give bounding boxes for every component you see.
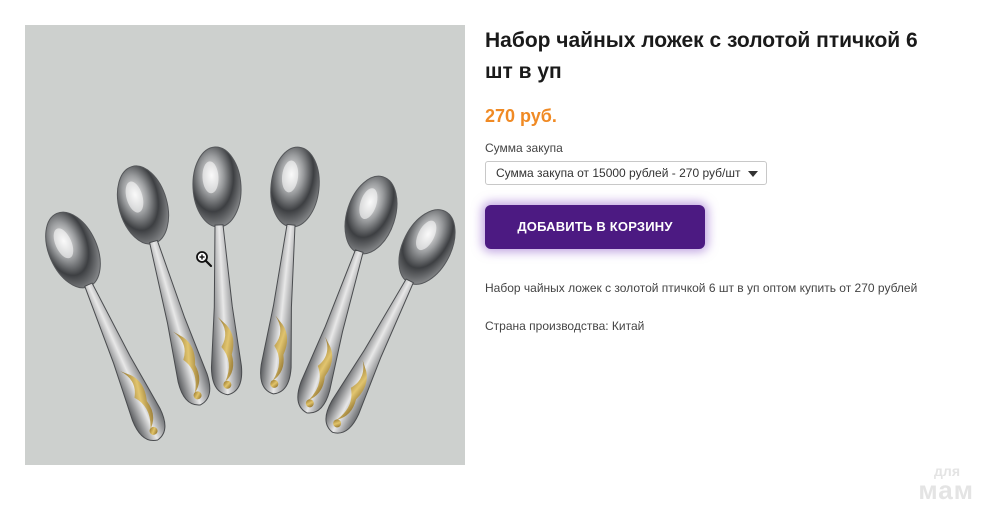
add-to-cart-button[interactable]: ДОБАВИТЬ В КОРЗИНУ bbox=[485, 205, 705, 249]
watermark-bottom: мам bbox=[918, 475, 974, 505]
chevron-down-icon bbox=[748, 171, 758, 177]
purchase-amount-selected: Сумма закупа от 15000 рублей - 270 руб/ш… bbox=[496, 166, 741, 180]
zoom-in-icon[interactable] bbox=[195, 250, 213, 268]
watermark-logo: для мам bbox=[918, 464, 974, 505]
purchase-amount-select[interactable]: Сумма закупа от 15000 рублей - 270 руб/ш… bbox=[485, 161, 767, 185]
product-image[interactable] bbox=[25, 25, 465, 465]
product-description: Набор чайных ложек с золотой птичкой 6 ш… bbox=[485, 281, 918, 295]
spoons-photo bbox=[25, 25, 465, 465]
product-info: Набор чайных ложек с золотой птичкой 6 ш… bbox=[485, 25, 955, 334]
product-page: Набор чайных ложек с золотой птичкой 6 ш… bbox=[0, 0, 988, 512]
purchase-amount-label: Сумма закупа bbox=[485, 141, 563, 155]
product-title: Набор чайных ложек с золотой птичкой 6 ш… bbox=[485, 29, 918, 83]
product-price: 270 руб. bbox=[485, 106, 557, 126]
country-of-origin: Страна производства: Китай bbox=[485, 319, 645, 333]
